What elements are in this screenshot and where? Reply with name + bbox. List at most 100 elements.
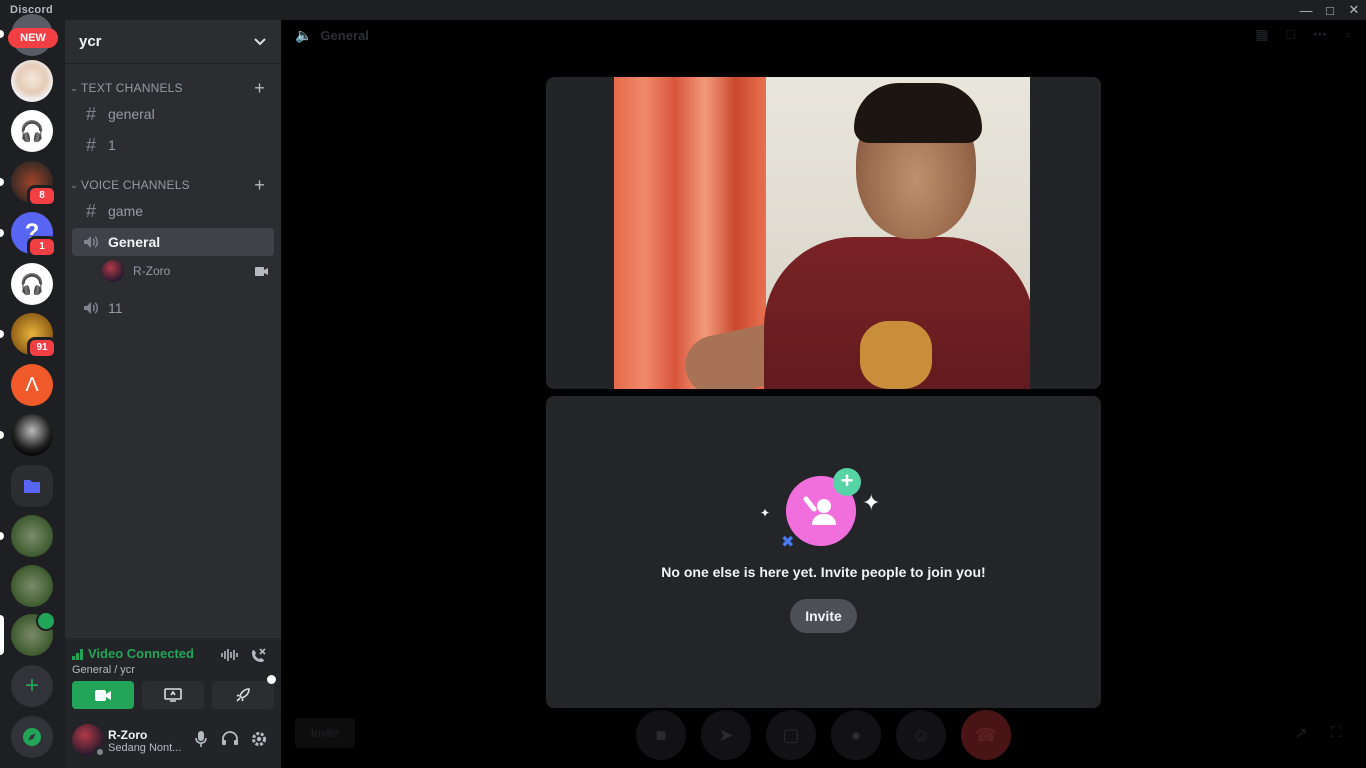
rocket-icon[interactable]: ➤: [701, 710, 751, 760]
speaker-icon: [80, 301, 102, 315]
chevron-down-icon: ⌄: [70, 179, 78, 190]
custom-status: Sedang Nont...: [108, 742, 182, 754]
disconnect-icon[interactable]: [249, 648, 267, 664]
voice-status[interactable]: Video Connected: [72, 646, 194, 661]
speaker-icon: [80, 235, 102, 249]
server-icon-game-1[interactable]: [0, 515, 53, 557]
gear-icon[interactable]: [247, 730, 271, 748]
camera-icon: [36, 611, 56, 631]
emoji-icon[interactable]: ☺: [896, 710, 946, 760]
stage-header: 🔈 General ▦ □ ⋯ ▫: [281, 20, 1366, 50]
unread-pill: [0, 229, 4, 237]
channel-label: 11: [108, 300, 123, 316]
unread-pill: [0, 30, 4, 38]
mic-icon[interactable]: [189, 730, 213, 748]
channel-1[interactable]: # 1: [72, 131, 274, 159]
more-icon[interactable]: ⋯: [1313, 26, 1327, 43]
text-channels-category[interactable]: ⌄ TEXT CHANNELS +: [65, 78, 281, 98]
voice-member[interactable]: R-Zoro: [102, 259, 274, 283]
notification-dot: [267, 675, 276, 684]
server-icon-orange[interactable]: Λ: [11, 364, 53, 406]
channel-general[interactable]: # general: [72, 100, 274, 128]
server-icon-music[interactable]: 🎧: [11, 110, 53, 152]
channel-sidebar: ycr ⌄ TEXT CHANNELS + # general # 1 ⌄ VO…: [65, 20, 281, 768]
chevron-down-icon: [253, 37, 267, 47]
voice-member-name: R-Zoro: [133, 264, 171, 278]
username[interactable]: R-Zoro: [108, 728, 147, 742]
camera-icon: [255, 266, 268, 276]
popout-icon[interactable]: ↗: [1295, 724, 1308, 742]
sparkle-icon: ✦: [760, 506, 771, 520]
header-toolbar: ▦ □ ⋯ ▫: [1255, 26, 1350, 43]
screen-share-button[interactable]: [142, 681, 204, 709]
video-tile[interactable]: [546, 77, 1101, 389]
explore-button[interactable]: [11, 716, 53, 758]
rocket-icon: [235, 687, 251, 703]
mention-badge: 8: [27, 185, 57, 207]
voice-status-label: Video Connected: [88, 646, 194, 661]
unread-pill: [0, 178, 4, 186]
screen-share-icon: [164, 688, 182, 702]
voice-channels-category[interactable]: ⌄ VOICE CHANNELS +: [65, 175, 281, 195]
channel-label: game: [108, 203, 144, 219]
activities-button[interactable]: [212, 675, 276, 709]
channel-general-voice[interactable]: General: [72, 228, 274, 256]
folder-icon: [23, 478, 41, 494]
grid-layout-icon[interactable]: ▦: [1255, 26, 1268, 43]
server-icon-dark[interactable]: [0, 414, 53, 456]
invite-tile: ✦ + ✦ ✖ No one else is here yet. Invite …: [546, 396, 1101, 708]
camera-icon: [95, 689, 111, 701]
headphones-icon[interactable]: [218, 730, 242, 746]
server-icon-boosted[interactable]: 8: [0, 161, 57, 207]
status-indicator: [94, 746, 106, 758]
window-controls: — □ ✕: [1294, 0, 1366, 20]
category-label: VOICE CHANNELS: [81, 178, 190, 192]
unread-pill: [0, 330, 4, 338]
voice-location[interactable]: General / ycr: [72, 664, 135, 676]
channel-label: General: [108, 234, 161, 250]
invite-button[interactable]: Invite: [790, 599, 857, 633]
channel-label: 1: [108, 137, 116, 153]
title-bar: Discord — □ ✕: [0, 0, 1366, 20]
guild-name: ycr: [79, 33, 102, 50]
server-icon-game-3[interactable]: [0, 611, 56, 656]
server-icon-game-2[interactable]: [11, 565, 53, 607]
soundwave-icon[interactable]: [220, 648, 238, 662]
user-panel: R-Zoro Sedang Nont...: [65, 714, 281, 768]
fullscreen-icon[interactable]: ⛶: [1331, 724, 1342, 741]
server-icon-horse[interactable]: 91: [0, 313, 57, 359]
new-badge: NEW: [8, 28, 58, 48]
channel-11[interactable]: 11: [72, 294, 274, 322]
create-channel-button[interactable]: +: [254, 78, 265, 99]
screen-share-icon[interactable]: ▢: [766, 710, 816, 760]
add-server-button[interactable]: +: [11, 665, 53, 707]
server-rail: NEW 🎧 8 ? 1 🎧 91 Λ +: [0, 14, 65, 768]
server-icon-p[interactable]: ? 1: [0, 212, 57, 258]
faded-invite-button[interactable]: Invite: [295, 718, 355, 748]
mic-icon[interactable]: ●: [831, 710, 881, 760]
server-folder[interactable]: [11, 465, 53, 507]
mention-badge: 1: [27, 236, 57, 258]
plus-icon: +: [24, 672, 39, 699]
invite-illustration: ✦ + ✦ ✖: [756, 466, 896, 556]
close-icon[interactable]: ✕: [1342, 0, 1366, 20]
maximize-icon[interactable]: □: [1318, 0, 1342, 20]
guild-header[interactable]: ycr: [65, 20, 281, 64]
stage-channel-name: General: [320, 27, 369, 43]
server-icon-music-2[interactable]: 🎧: [11, 263, 53, 305]
headphones-icon: 🎧: [19, 120, 45, 143]
channel-game[interactable]: # game: [72, 197, 274, 225]
minimize-icon[interactable]: —: [1294, 0, 1318, 20]
hangup-icon[interactable]: ☎: [961, 710, 1011, 760]
headphones-icon: 🎧: [19, 273, 45, 296]
camera-icon[interactable]: ■: [636, 710, 686, 760]
create-channel-button[interactable]: +: [254, 175, 265, 196]
voice-connection-panel: Video Connected General / ycr: [65, 638, 281, 714]
signal-bars-icon: [72, 648, 83, 660]
hash-icon: #: [85, 200, 96, 221]
chat-icon[interactable]: □: [1287, 26, 1295, 43]
camera-toggle-button[interactable]: [72, 681, 134, 709]
server-icon-anime[interactable]: [11, 60, 53, 102]
threads-icon[interactable]: ▫: [1345, 26, 1350, 43]
chevron-down-icon: ⌄: [70, 82, 78, 93]
